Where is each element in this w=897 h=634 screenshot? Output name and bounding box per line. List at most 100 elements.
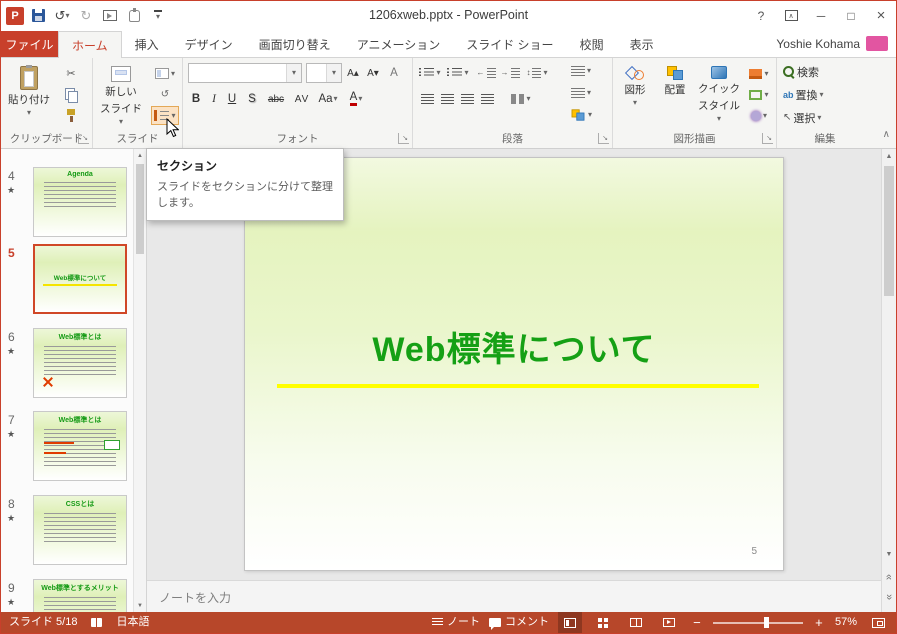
- font-color-button[interactable]: A ▾: [344, 89, 368, 109]
- slide-thumbnail[interactable]: Web標準とするメリット: [33, 579, 127, 612]
- replace-button[interactable]: ab 置換 ▾: [783, 85, 867, 104]
- format-painter-button[interactable]: [57, 106, 85, 125]
- notes-placeholder[interactable]: ノートを入力: [159, 589, 231, 606]
- tab-animations[interactable]: アニメーション: [344, 31, 454, 57]
- collapse-ribbon-button[interactable]: ∧: [883, 129, 890, 140]
- decrease-indent-button[interactable]: ←: [476, 63, 496, 82]
- slide-thumbnail[interactable]: CSSとは: [33, 495, 127, 565]
- scroll-down-button[interactable]: ▼: [882, 547, 896, 562]
- bold-button[interactable]: B: [188, 89, 204, 109]
- increase-indent-button[interactable]: →: [500, 63, 520, 82]
- reading-view-button[interactable]: [624, 612, 648, 633]
- maximize-button[interactable]: □: [836, 1, 866, 30]
- slide-sorter-view-button[interactable]: [591, 612, 615, 633]
- paste-button[interactable]: 貼り付け ▾: [6, 61, 52, 131]
- notes-toggle[interactable]: ノート: [431, 612, 480, 633]
- line-spacing-button[interactable]: ↕ ▾: [524, 63, 550, 82]
- shapes-button[interactable]: 図形 ▾: [616, 61, 654, 131]
- decrease-font-size-button[interactable]: A▾: [364, 63, 382, 83]
- convert-smartart-button[interactable]: ▾: [559, 105, 603, 124]
- zoom-out-button[interactable]: −: [690, 615, 704, 630]
- zoom-slider-thumb[interactable]: [764, 617, 770, 628]
- minimize-button[interactable]: ─: [806, 1, 836, 30]
- ribbon-display-options-button[interactable]: ∧: [776, 1, 806, 30]
- align-center-button[interactable]: [438, 89, 456, 108]
- notes-pane[interactable]: ノートを入力: [147, 580, 881, 612]
- slide-thumbnail-selected[interactable]: Web標準について: [33, 244, 127, 314]
- align-right-button[interactable]: [458, 89, 476, 108]
- previous-slide-button[interactable]: »: [882, 569, 896, 584]
- close-button[interactable]: ×: [866, 1, 896, 30]
- save-button[interactable]: [28, 5, 48, 27]
- zoom-in-button[interactable]: +: [812, 615, 826, 630]
- vertical-scrollbar[interactable]: ▲ ▼ » »: [881, 149, 896, 612]
- dialog-launcher-paragraph[interactable]: ↘: [598, 133, 609, 144]
- find-button[interactable]: 検索: [783, 62, 867, 81]
- spell-check-button[interactable]: [91, 612, 103, 633]
- help-button[interactable]: ?: [746, 1, 776, 30]
- scroll-up-button[interactable]: ▲: [882, 149, 896, 164]
- quick-styles-button[interactable]: クイック スタイル ▾: [696, 61, 742, 131]
- next-slide-button[interactable]: »: [882, 589, 896, 604]
- redo-button[interactable]: ↻: [76, 5, 96, 27]
- shape-outline-button[interactable]: ▾: [746, 85, 772, 104]
- shape-fill-button[interactable]: ▾: [746, 64, 772, 83]
- underline-button[interactable]: U: [224, 89, 240, 109]
- tab-design[interactable]: デザイン: [172, 31, 246, 57]
- undo-button[interactable]: ↺ ▾: [52, 5, 72, 27]
- clear-formatting-button[interactable]: A: [384, 63, 404, 83]
- select-button[interactable]: ↖ 選択 ▾: [783, 108, 867, 127]
- arrange-button[interactable]: 配置: [656, 61, 694, 131]
- align-text-button[interactable]: ▾: [559, 83, 603, 102]
- tab-view[interactable]: 表示: [617, 31, 667, 57]
- bullets-button[interactable]: ▾: [418, 63, 442, 82]
- comments-toggle[interactable]: コメント: [488, 612, 549, 633]
- dialog-launcher-drawing[interactable]: ↘: [762, 133, 773, 144]
- touch-mode-button[interactable]: [124, 5, 144, 27]
- slide-thumbnail[interactable]: Agenda: [33, 167, 127, 237]
- title-underline-shape[interactable]: [277, 384, 759, 388]
- increase-font-size-button[interactable]: A▴: [344, 63, 362, 83]
- thumbnails-scroll-down-button[interactable]: ▼: [134, 599, 146, 612]
- powerpoint-logo-icon[interactable]: P: [6, 6, 24, 25]
- account-area[interactable]: Yoshie Kohama: [776, 30, 888, 57]
- tab-transitions[interactable]: 画面切り替え: [246, 31, 344, 57]
- copy-button[interactable]: [57, 85, 85, 104]
- language-indicator[interactable]: 日本語: [116, 612, 149, 633]
- zoom-slider[interactable]: [712, 612, 803, 633]
- start-slideshow-qat-button[interactable]: [100, 5, 120, 27]
- tab-review[interactable]: 校閲: [567, 31, 617, 57]
- thumbnails-scrollbar-thumb[interactable]: [136, 164, 144, 254]
- dialog-launcher-clipboard[interactable]: ↘: [78, 133, 89, 144]
- slide-counter[interactable]: スライド 5/18: [9, 612, 77, 633]
- thumbnails-scrollbar[interactable]: ▲ ▼: [133, 149, 146, 612]
- character-spacing-button[interactable]: AV: [292, 89, 312, 109]
- tab-home[interactable]: ホーム: [58, 31, 122, 58]
- tab-insert[interactable]: 挿入: [122, 31, 172, 57]
- change-case-button[interactable]: Aa ▾: [316, 89, 340, 109]
- justify-button[interactable]: [478, 89, 496, 108]
- reset-button[interactable]: ↺: [151, 85, 179, 104]
- zoom-percentage[interactable]: 57%: [835, 612, 857, 633]
- shape-effects-button[interactable]: ▾: [746, 106, 772, 125]
- numbering-button[interactable]: ▾: [446, 63, 470, 82]
- dialog-launcher-font[interactable]: ↘: [398, 133, 409, 144]
- slide-thumbnail[interactable]: Web標準とは: [33, 328, 127, 398]
- tab-slide-show[interactable]: スライド ショー: [453, 31, 566, 57]
- font-size-combobox[interactable]: ▾: [306, 63, 342, 83]
- text-direction-button[interactable]: ▾: [559, 61, 603, 80]
- layout-button[interactable]: ▾: [151, 64, 179, 83]
- slide-thumbnail[interactable]: Web標準とは: [33, 411, 127, 481]
- customize-qat-button[interactable]: ▾: [148, 5, 168, 27]
- slide-title[interactable]: Web標準について: [245, 326, 783, 374]
- italic-button[interactable]: I: [206, 89, 222, 109]
- cut-button[interactable]: ✂: [57, 64, 85, 83]
- fit-to-window-button[interactable]: [866, 612, 890, 633]
- font-name-combobox[interactable]: ▾: [188, 63, 302, 83]
- scrollbar-thumb[interactable]: [884, 166, 894, 296]
- strikethrough-button[interactable]: abc: [264, 89, 288, 109]
- columns-button[interactable]: ▾: [508, 89, 534, 108]
- new-slide-button[interactable]: 新しい スライド ▾: [96, 61, 146, 131]
- text-shadow-button[interactable]: S: [244, 89, 260, 109]
- thumbnails-scroll-up-button[interactable]: ▲: [134, 149, 146, 162]
